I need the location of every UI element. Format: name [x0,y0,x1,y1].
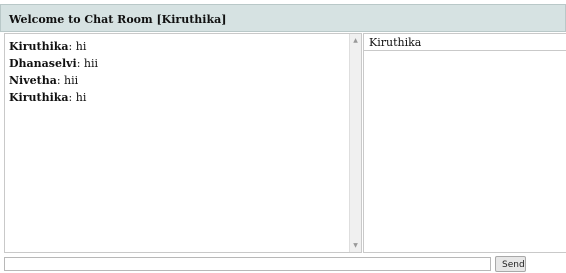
message-input[interactable] [4,257,491,271]
message-panel[interactable]: Kiruthika: hi Dhanaselvi: hii Nivetha: h… [4,33,362,253]
message-item: Nivetha: hii [9,72,347,89]
message-scrollbar[interactable]: ▲ ▼ [349,34,361,252]
chat-room-header: Welcome to Chat Room [Kiruthika] [0,4,566,32]
message-text: : hii [76,57,99,70]
user-list-panel: Kiruthika [363,33,566,253]
message-author: Nivetha [9,74,57,87]
user-list-item[interactable]: Kiruthika [364,34,566,51]
message-text: : hi [68,91,87,104]
message-text: : hii [56,74,79,87]
message-item: Kiruthika: hi [9,89,347,106]
message-author: Dhanaselvi [9,57,77,70]
send-button[interactable]: Send [495,256,526,272]
message-list: Kiruthika: hi Dhanaselvi: hii Nivetha: h… [9,38,347,106]
scroll-up-icon[interactable]: ▲ [350,37,361,44]
message-item: Kiruthika: hi [9,38,347,55]
message-text: : hi [68,40,87,53]
scroll-down-icon[interactable]: ▼ [350,242,361,249]
message-author: Kiruthika [9,91,69,104]
chat-room-title: Welcome to Chat Room [Kiruthika] [9,13,227,26]
composer-row: Send [0,255,566,273]
message-author: Kiruthika [9,40,69,53]
message-item: Dhanaselvi: hii [9,55,347,72]
